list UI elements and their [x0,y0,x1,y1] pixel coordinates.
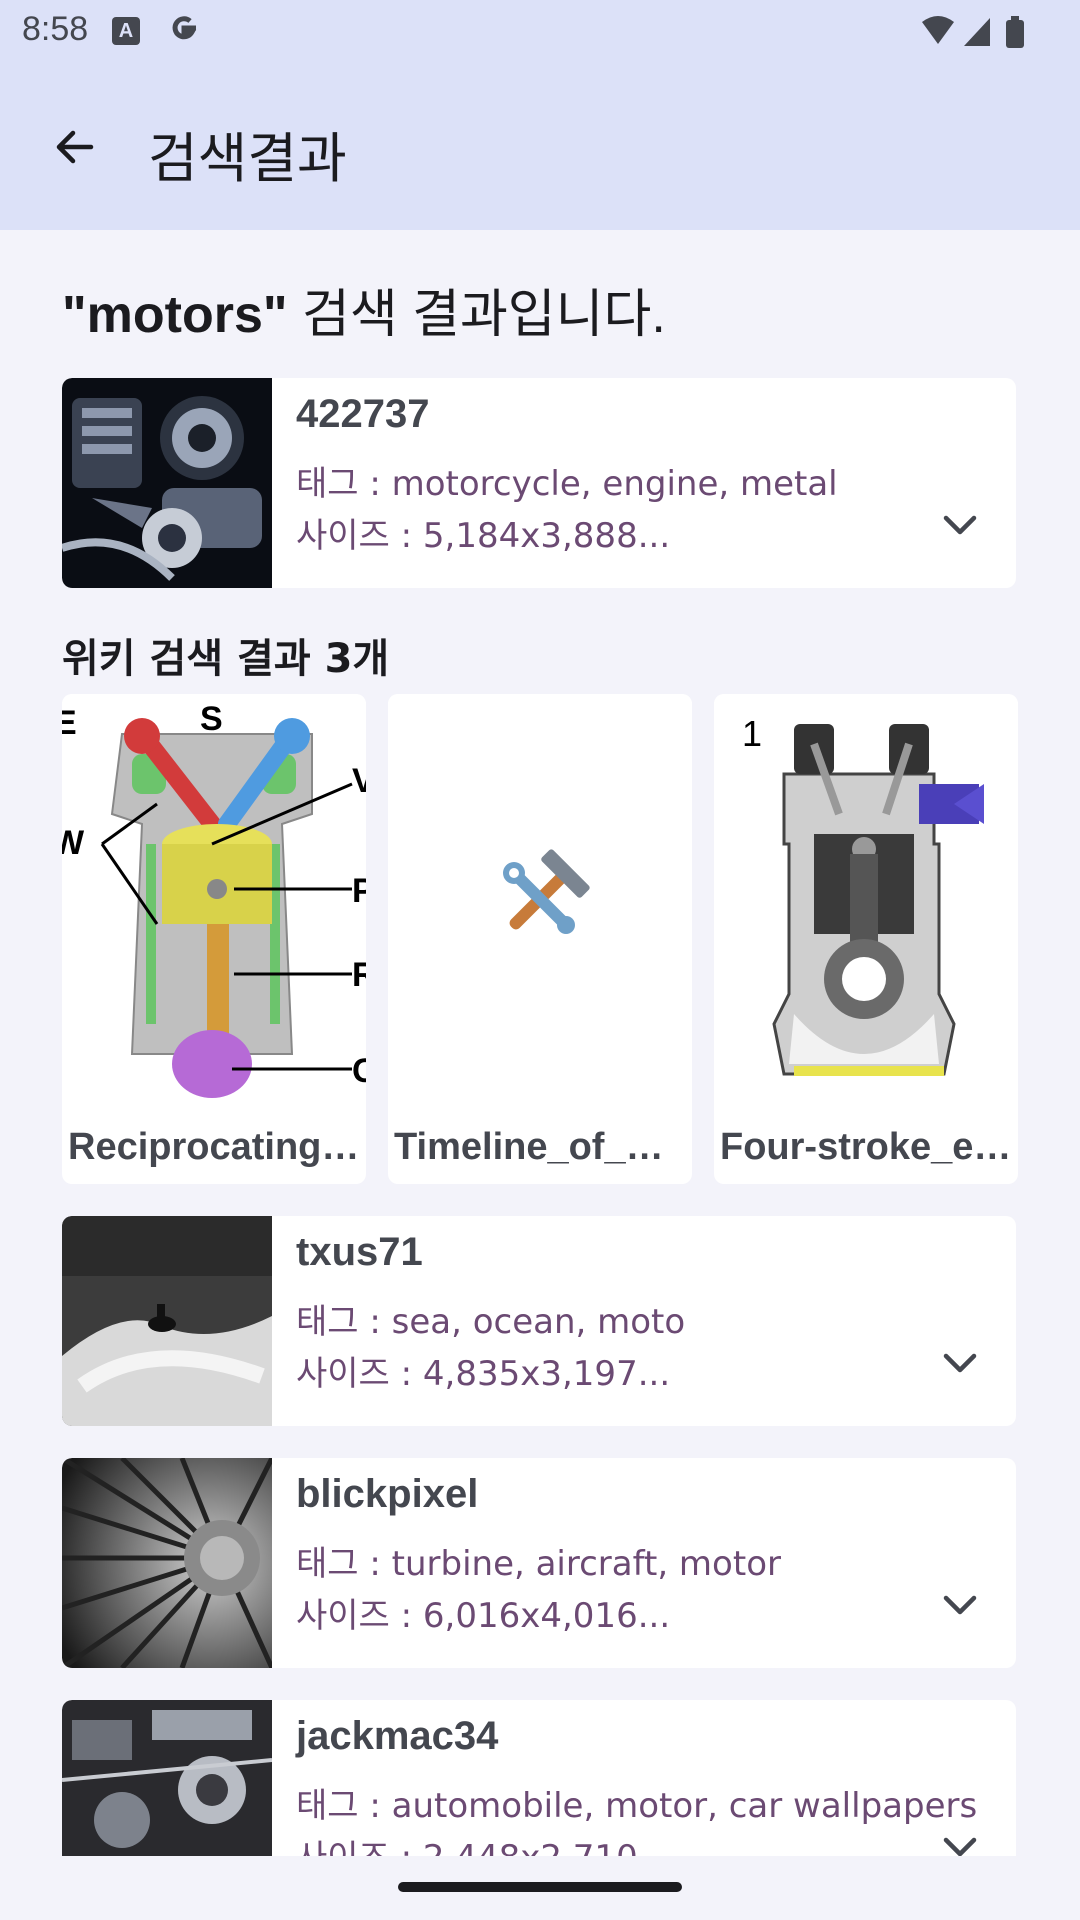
wiki-card[interactable]: 1 Four-stroke_engine [714,694,1018,1184]
diagram-label-v: V [352,762,366,800]
hammer-wrench-icon [388,694,692,1124]
search-results-list[interactable]: "motors" 검색 결과입니다. 422737 태그 : motorcycl… [0,230,1080,1856]
notification-a-icon: A [112,17,140,45]
wiki-heading: 위키 검색 결과 3개 [62,636,390,682]
signal-icon [964,18,990,46]
back-button[interactable] [40,112,110,182]
page-title: 검색결과 [148,127,347,190]
result-card[interactable]: blickpixel 태그 : turbine, aircraft, motor… [62,1458,1016,1668]
chevron-down-icon[interactable] [940,1832,980,1856]
diagram-step-label: 1 [742,713,762,754]
result-size: 사이즈 : 4,835x3,197... [296,1354,671,1394]
search-heading-suffix: 검색 결과입니다. [287,286,666,344]
result-size: 사이즈 : 6,016x4,016... [296,1596,671,1636]
wiki-title: Reciprocating_engine [68,1126,360,1168]
wiki-title: Four-stroke_engine [720,1126,1012,1168]
status-bar: 8:58 A [0,0,1080,64]
battery-icon [1006,16,1024,48]
wiki-card[interactable]: Timeline_of_motor_and_engine_technology [388,694,692,1184]
app-bar: 검색결과 [0,64,1080,230]
result-card[interactable]: 422737 태그 : motorcycle, engine, metal 사이… [62,378,1016,588]
result-thumbnail [62,1700,272,1856]
result-thumbnail [62,378,272,588]
result-username: blickpixel [296,1472,479,1516]
result-size: 사이즈 : 2,448x2,710... [296,1830,670,1856]
home-gesture-handle[interactable] [398,1882,682,1892]
result-card[interactable]: txus71 태그 : sea, ocean, moto 사이즈 : 4,835… [62,1216,1016,1426]
diagram-label-r: R [352,956,366,994]
status-time: 8:58 [22,10,89,48]
navigation-bar [0,1856,1080,1920]
diagram-label-p: P [352,872,366,910]
chevron-down-icon[interactable] [940,1348,980,1378]
wiki-title: Timeline_of_motor_and_engine_technology [394,1126,686,1168]
status-icons [920,14,1050,54]
diagram-label-c: C [352,1052,366,1090]
arrow-back-icon [56,130,94,164]
search-result-heading: "motors" 검색 결과입니다. [62,272,666,347]
result-username: 422737 [296,392,430,436]
result-tags: 태그 : motorcycle, engine, metal [296,464,838,504]
wiki-card[interactable]: S E W V P R C Reciprocating_engine [62,694,366,1184]
result-tags: 태그 : sea, ocean, moto [296,1302,686,1342]
result-username: jackmac34 [296,1714,499,1758]
chevron-down-icon[interactable] [940,510,980,540]
result-size: 사이즈 : 5,184x3,888... [296,516,671,556]
diagram-label-w: W [62,824,85,862]
engine-diagram-image: S E W V P R C [62,694,366,1124]
diagram-label-s: S [200,700,223,738]
result-thumbnail [62,1216,272,1426]
four-stroke-diagram-image: 1 [714,694,1018,1124]
result-tags: 태그 : automobile, motor, car wallpapers [296,1786,978,1826]
google-notification-icon [166,11,202,51]
result-username: txus71 [296,1230,423,1274]
result-card[interactable]: jackmac34 태그 : automobile, motor, car wa… [62,1700,1016,1856]
diagram-label-e: E [62,704,77,742]
result-thumbnail [62,1458,272,1668]
search-query: "motors" [62,286,288,344]
result-tags: 태그 : turbine, aircraft, motor [296,1544,781,1584]
wifi-icon [922,16,954,44]
chevron-down-icon[interactable] [940,1590,980,1620]
